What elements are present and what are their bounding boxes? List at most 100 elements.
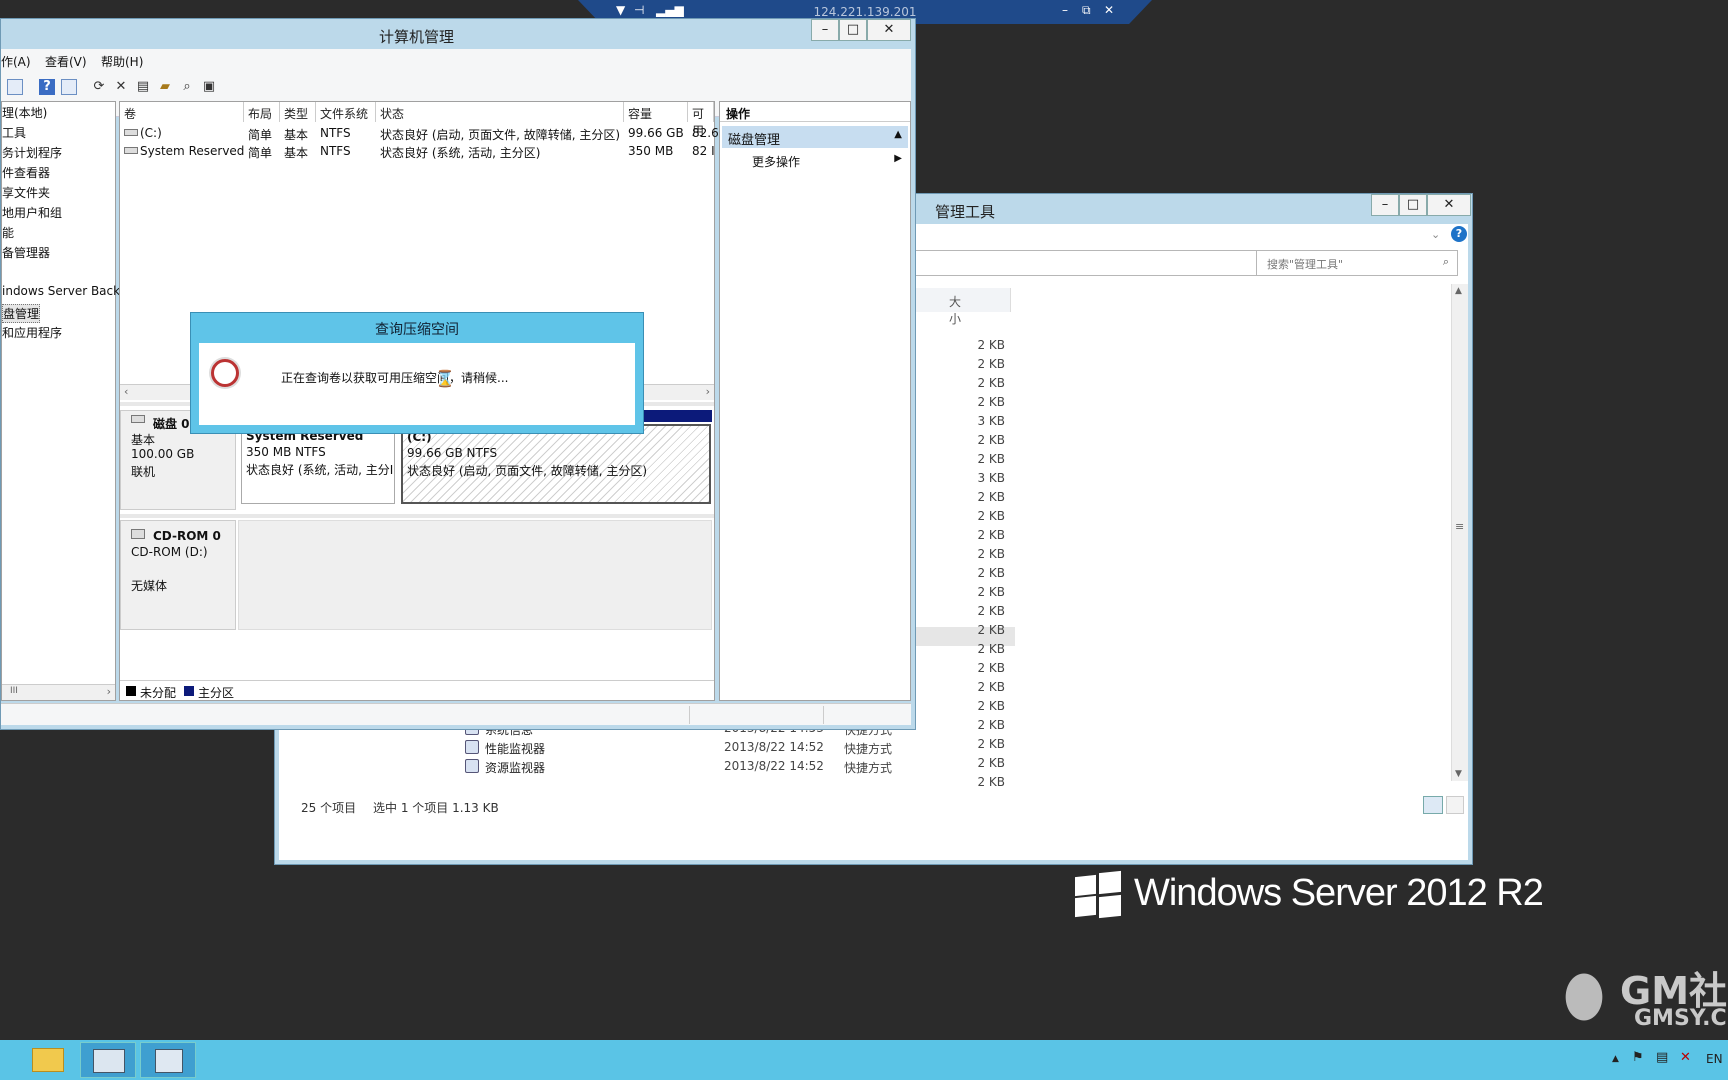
file-explorer-button[interactable] xyxy=(20,1042,76,1078)
file-size: 2 KB xyxy=(977,642,1005,656)
file-size: 2 KB xyxy=(977,604,1005,618)
partition-c[interactable]: (C:) 99.66 GB NTFS 状态良好 (启动, 页面文件, 故障转储,… xyxy=(401,424,711,504)
open-folder-icon[interactable]: ▰ xyxy=(157,79,173,95)
search-input[interactable]: 搜索"管理工具" ⌕ xyxy=(1256,250,1458,276)
volume-row[interactable]: System Reserved 简单 基本 NTFS 状态良好 (系统, 活动, 主分区… xyxy=(120,142,715,160)
col-layout[interactable]: 布局 xyxy=(244,102,280,122)
minimize-icon[interactable]: – xyxy=(1062,3,1068,17)
restore-icon[interactable]: ⧉ xyxy=(1082,3,1091,18)
file-size: 2 KB xyxy=(977,585,1005,599)
tree-item[interactable]: 理(本地) xyxy=(2,104,47,121)
volume-status: 状态良好 (系统, 活动, 主分区) xyxy=(380,146,541,160)
volume-capacity: 99.66 GB xyxy=(628,126,684,140)
details-view-icon[interactable] xyxy=(1423,796,1443,814)
computer-management-button[interactable] xyxy=(140,1042,196,1078)
tree-item[interactable]: indows Server Back xyxy=(2,284,120,298)
menu-view[interactable]: 查看(V) xyxy=(45,53,87,70)
minimize-button[interactable]: – xyxy=(1371,194,1399,216)
cdrom-area xyxy=(238,520,712,630)
tree-item[interactable]: 能 xyxy=(2,224,14,241)
help-icon[interactable]: ? xyxy=(39,79,55,95)
actions-title: 操作 xyxy=(720,102,910,122)
volume-type: 基本 xyxy=(284,146,309,160)
vertical-scrollbar[interactable]: ▲ ≡ ▼ xyxy=(1451,284,1468,781)
col-free[interactable]: 可用 xyxy=(688,102,714,138)
file-size: 2 KB xyxy=(977,452,1005,466)
disk0-state: 联机 xyxy=(131,465,156,479)
chevron-down-icon[interactable]: ⌄ xyxy=(1431,228,1440,241)
query-shrink-dialog: 查询压缩空间 正在查询卷以获取可用压缩空间，请稍候... ⌛ xyxy=(190,312,644,434)
divider xyxy=(120,514,714,518)
delete-icon[interactable]: ✕ xyxy=(113,79,129,95)
refresh-icon[interactable]: ⟳ xyxy=(91,79,107,95)
settings-icon[interactable]: ▣ xyxy=(201,79,217,95)
close-button[interactable]: ✕ xyxy=(867,19,911,41)
watermark-bottom: GMSY.C xyxy=(1634,1006,1727,1031)
menu-help[interactable]: 帮助(H) xyxy=(101,53,143,70)
drive-icon xyxy=(124,129,138,136)
tree-item[interactable]: 件查看器 xyxy=(2,164,50,181)
maximize-button[interactable]: □ xyxy=(1399,194,1427,216)
action-pane-icon[interactable] xyxy=(61,79,77,95)
file-size: 2 KB xyxy=(977,433,1005,447)
part-sys-status: 状态良好 (系统, 活动, 主分I xyxy=(246,463,394,477)
cdrom0-info[interactable]: CD-ROM 0 CD-ROM (D:) 无媒体 xyxy=(120,520,236,630)
volume-capacity: 350 MB xyxy=(628,144,674,158)
taskbar: ▲ ⚑ ▤ ✕ EN xyxy=(0,1040,1728,1080)
col-status[interactable]: 状态 xyxy=(376,102,624,122)
minimize-button[interactable]: – xyxy=(811,19,839,41)
large-icons-view-icon[interactable] xyxy=(1446,796,1464,814)
close-icon[interactable]: ✕ xyxy=(1104,3,1114,17)
tree-item[interactable]: 备管理器 xyxy=(2,244,50,261)
dialog-title: 查询压缩空间 xyxy=(375,322,459,338)
clock-icon xyxy=(211,359,239,387)
legend-swatch-unallocated xyxy=(126,686,136,696)
file-size: 2 KB xyxy=(977,661,1005,675)
file-row[interactable]: 性能监视器 2013/8/22 14:52 快捷方式 xyxy=(279,738,1019,757)
actions-section-disk-mgmt[interactable]: 磁盘管理 ▲ xyxy=(722,126,908,148)
file-size: 3 KB xyxy=(977,471,1005,485)
window-title: 管理工具 xyxy=(935,203,996,221)
part-sys-size: 350 MB NTFS xyxy=(246,445,326,459)
console-tree: 理(本地) 工具务计划程序件查看器享文件夹地用户和组能备管理器 indows Ser… xyxy=(1,101,120,701)
input-language[interactable]: EN xyxy=(1706,1052,1723,1066)
dialog-message: 正在查询卷以获取可用压缩空间，请稍候... xyxy=(281,371,509,385)
help-icon[interactable]: ? xyxy=(1451,226,1467,242)
file-row[interactable]: 资源监视器 2013/8/22 14:52 快捷方式 xyxy=(279,757,1019,776)
volume-row[interactable]: (C:) 简单 基本 NTFS 状态良好 (启动, 页面文件, 故障转储, 主分区) 99… xyxy=(120,124,719,142)
actions-section-label: 磁盘管理 xyxy=(728,133,781,148)
menu-action[interactable]: 作(A) xyxy=(1,53,31,70)
tree-item[interactable]: 和应用程序 xyxy=(2,324,62,341)
legend-swatch-primary xyxy=(184,686,194,696)
server-manager-button[interactable] xyxy=(80,1042,136,1078)
partition-system-reserved[interactable]: System Reserved 350 MB NTFS 状态良好 (系统, 活动… xyxy=(241,424,395,504)
flag-icon[interactable]: ⚑ xyxy=(1632,1050,1644,1065)
file-size: 2 KB xyxy=(977,338,1005,352)
search-icon[interactable]: ⌕ xyxy=(179,79,195,95)
tree-item[interactable]: 享文件夹 xyxy=(2,184,50,201)
menu-bar: 作(A) 查看(V) 帮助(H) xyxy=(1,49,911,71)
tray-expand-icon[interactable]: ▲ xyxy=(1612,1054,1619,1064)
more-actions-item[interactable]: 更多操作 ▶ xyxy=(722,150,908,170)
tree-hscrollbar[interactable]: III › xyxy=(2,684,115,700)
maximize-button[interactable]: □ xyxy=(839,19,867,41)
file-name: 性能监视器 xyxy=(485,742,546,756)
column-header-size[interactable]: 大小 xyxy=(909,288,1011,326)
disk-icon xyxy=(131,415,145,423)
col-type[interactable]: 类型 xyxy=(280,102,316,122)
col-fs[interactable]: 文件系统 xyxy=(316,102,376,122)
properties-icon[interactable]: ▤ xyxy=(135,79,151,95)
close-button[interactable]: ✕ xyxy=(1427,194,1471,216)
tree-item[interactable]: 盘管理 xyxy=(2,304,41,323)
actions-pane: 操作 磁盘管理 ▲ 更多操作 ▶ xyxy=(719,101,911,701)
tree-item[interactable]: 地用户和组 xyxy=(2,204,62,221)
network-icon[interactable]: ▤ xyxy=(1656,1050,1668,1065)
col-volume[interactable]: 卷 xyxy=(120,102,244,122)
console-tree-icon[interactable] xyxy=(7,79,23,95)
tree-item[interactable]: 工具 xyxy=(2,124,26,141)
col-capacity[interactable]: 容量 xyxy=(624,102,688,122)
volume-muted-icon[interactable]: ✕ xyxy=(1680,1050,1691,1065)
status-bar xyxy=(1,703,911,725)
tree-item[interactable]: 务计划程序 xyxy=(2,144,62,161)
collapse-icon[interactable]: ▲ xyxy=(894,129,902,140)
